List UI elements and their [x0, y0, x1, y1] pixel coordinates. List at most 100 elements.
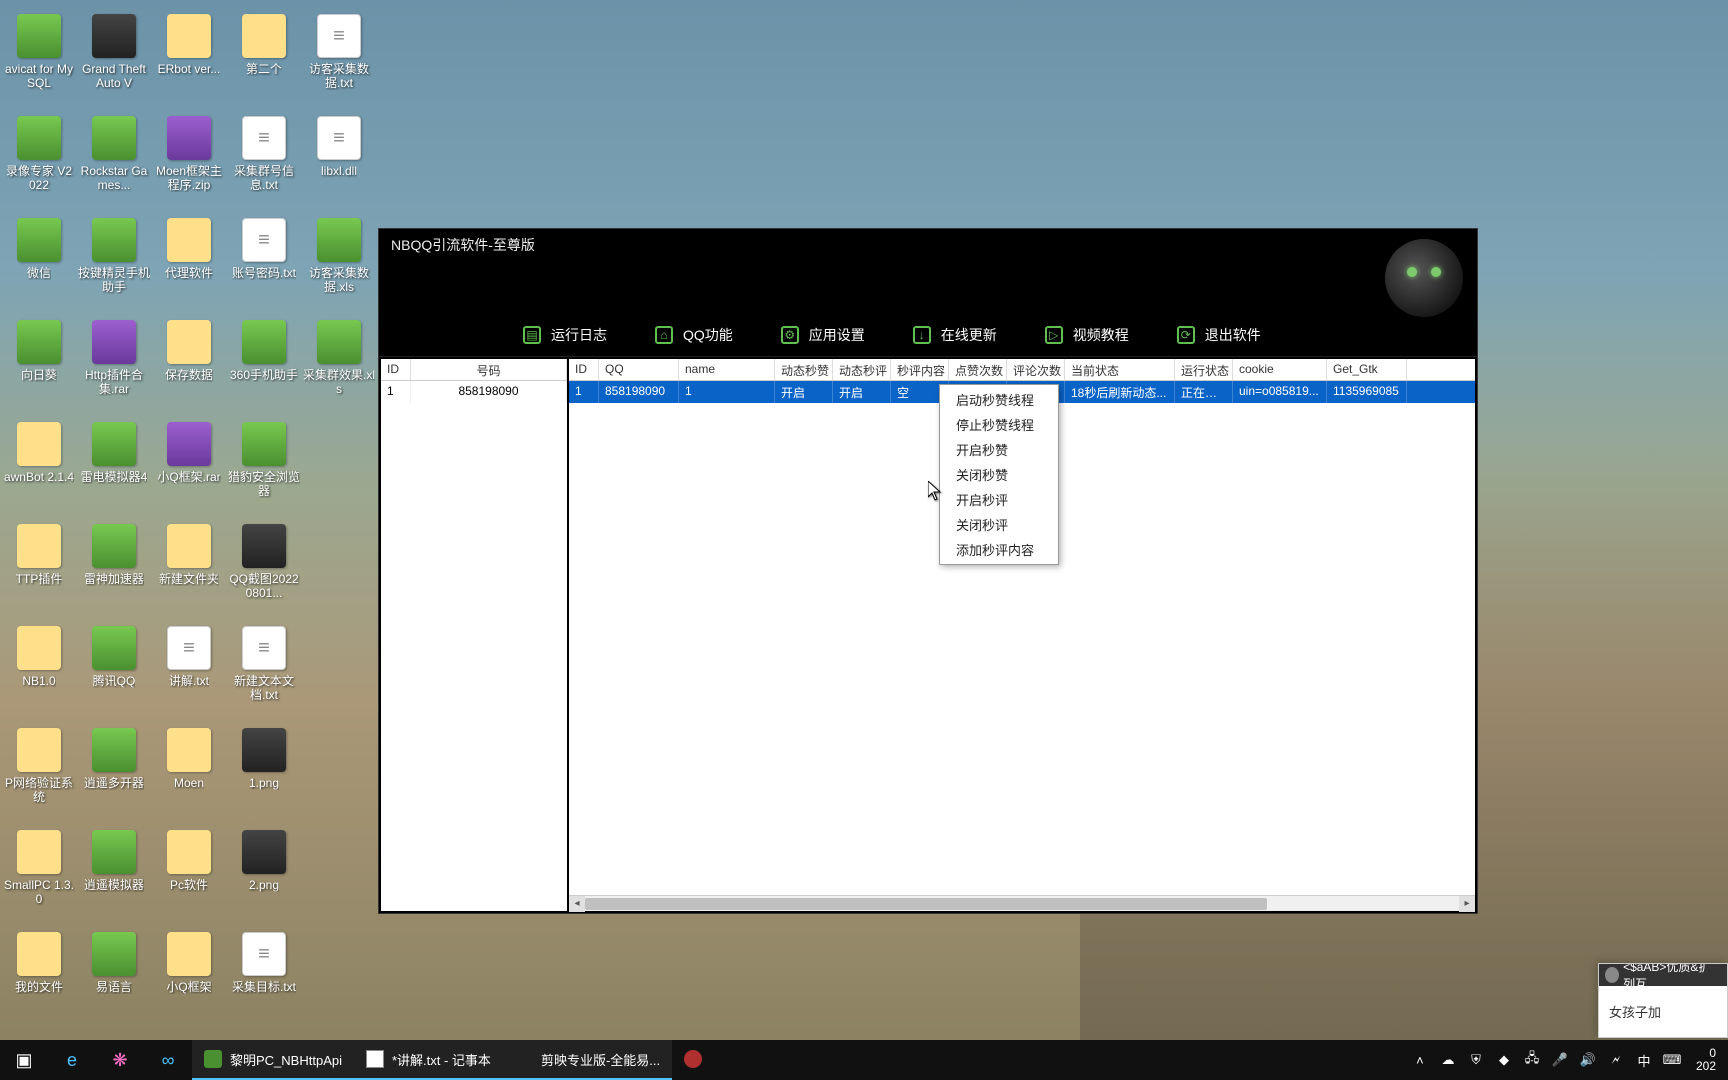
context-menu-item[interactable]: 开启秒评	[940, 487, 1058, 512]
horizontal-scrollbar[interactable]: ◂ ▸	[569, 895, 1475, 911]
col-id[interactable]: ID	[381, 359, 411, 380]
desktop-icon[interactable]: Moen	[152, 722, 226, 824]
desktop-icon[interactable]: 逍遥多开器	[77, 722, 151, 824]
desktop-icon[interactable]: Pc软件	[152, 824, 226, 926]
taskbar-item[interactable]: *讲解.txt - 记事本	[354, 1040, 503, 1080]
toolbar-button[interactable]: ↓在线更新	[889, 313, 1021, 357]
notification-popup[interactable]: <$áÂB>优质&扩列互 女孩子加	[1598, 963, 1728, 1038]
desktop-icon[interactable]: QQ截图20220801...	[227, 518, 301, 620]
desktop-icon[interactable]: libxl.dll	[302, 110, 376, 212]
desktop-icon[interactable]: 第二个	[227, 8, 301, 110]
edge-icon[interactable]: e	[48, 1040, 96, 1080]
app-launcher-icon[interactable]: ❋	[96, 1040, 144, 1080]
column-header[interactable]: 当前状态	[1065, 359, 1175, 380]
taskbar-item[interactable]	[672, 1040, 714, 1080]
table-row[interactable]: 1858198090	[381, 381, 567, 403]
desktop-icon[interactable]: avicat for MySQL	[2, 8, 76, 110]
desktop-icon[interactable]: TTP插件	[2, 518, 76, 620]
window-titlebar[interactable]: NBQQ引流软件-至尊版	[379, 229, 1477, 261]
desktop-icon[interactable]: 保存数据	[152, 314, 226, 416]
toolbar-button[interactable]: ▤运行日志	[499, 313, 631, 357]
desktop-icon[interactable]: awnBot 2.1.4	[2, 416, 76, 518]
column-header[interactable]: 点赞次数	[949, 359, 1007, 380]
tray-chevron-icon[interactable]: ˄	[1408, 1040, 1432, 1080]
desktop-icon[interactable]: 1.png	[227, 722, 301, 824]
desktop-icon[interactable]: Grand Theft Auto V	[77, 8, 151, 110]
desktop-icon[interactable]: 访客采集数据.xls	[302, 212, 376, 314]
desktop-icon[interactable]: 向日葵	[2, 314, 76, 416]
desktop-icon[interactable]: 小Q框架	[152, 926, 226, 1028]
desktop-icon[interactable]: 易语言	[77, 926, 151, 1028]
scroll-right-button[interactable]: ▸	[1459, 896, 1475, 912]
scroll-thumb[interactable]	[585, 898, 1267, 910]
desktop-icon[interactable]: Rockstar Games...	[77, 110, 151, 212]
tray-security-icon[interactable]: ⛨	[1464, 1040, 1488, 1080]
desktop-icon[interactable]: 新建文件夹	[152, 518, 226, 620]
column-header[interactable]: cookie	[1233, 359, 1327, 380]
taskbar-item[interactable]: 剪映专业版-全能易...	[503, 1040, 672, 1080]
desktop-icon[interactable]: 微信	[2, 212, 76, 314]
desktop-icon[interactable]: SmallPC 1.3.0	[2, 824, 76, 926]
desktop-icon[interactable]: 采集群号信息.txt	[227, 110, 301, 212]
desktop-icon[interactable]: 腾讯QQ	[77, 620, 151, 722]
left-grid-body[interactable]: 1858198090	[381, 381, 567, 911]
tray-battery-icon[interactable]: 🗲	[1604, 1040, 1628, 1080]
context-menu-item[interactable]: 关闭秒评	[940, 512, 1058, 537]
tray-app-icon[interactable]: ◆	[1492, 1040, 1516, 1080]
column-header[interactable]: 秒评内容	[891, 359, 949, 380]
desktop-icon[interactable]: 猎豹安全浏览器	[227, 416, 301, 518]
tray-onedrive-icon[interactable]: ☁	[1436, 1040, 1460, 1080]
column-header[interactable]: 运行状态	[1175, 359, 1233, 380]
taskbar-item[interactable]: 黎明PC_NBHttpApi	[192, 1040, 354, 1080]
col-num[interactable]: 号码	[411, 359, 567, 380]
scroll-track[interactable]	[585, 896, 1459, 912]
tray-ime-icon[interactable]: ⌨	[1660, 1040, 1684, 1080]
column-header[interactable]: name	[679, 359, 775, 380]
desktop-icon[interactable]: 录像专家 V2022	[2, 110, 76, 212]
column-header[interactable]: ID	[569, 359, 599, 380]
desktop-icon[interactable]: 雷电模拟器4	[77, 416, 151, 518]
context-menu-item[interactable]: 停止秒赞线程	[940, 412, 1058, 437]
tray-network-icon[interactable]: 🖧	[1520, 1040, 1544, 1080]
column-header[interactable]: 动态秒赞	[775, 359, 833, 380]
desktop-icon[interactable]: 按键精灵手机助手	[77, 212, 151, 314]
desktop-icon[interactable]: 小Q框架.rar	[152, 416, 226, 518]
taskbar-clock[interactable]: 0 202	[1688, 1047, 1724, 1073]
desktop-icon[interactable]: 我的文件	[2, 926, 76, 1028]
app-icon[interactable]: ∞	[144, 1040, 192, 1080]
desktop-icon[interactable]: 逍遥模拟器	[77, 824, 151, 926]
desktop-icon[interactable]: 雷神加速器	[77, 518, 151, 620]
context-menu-item[interactable]: 开启秒赞	[940, 437, 1058, 462]
toolbar-button[interactable]: ⚙应用设置	[757, 313, 889, 357]
desktop-icon[interactable]: 新建文本文档.txt	[227, 620, 301, 722]
desktop-icon[interactable]: Moen框架主程序.zip	[152, 110, 226, 212]
desktop-icon[interactable]: 采集目标.txt	[227, 926, 301, 1028]
context-menu-item[interactable]: 启动秒赞线程	[940, 387, 1058, 412]
column-header[interactable]: 评论次数	[1007, 359, 1065, 380]
scroll-left-button[interactable]: ◂	[569, 896, 585, 912]
desktop-icon[interactable]: 代理软件	[152, 212, 226, 314]
desktop-icon[interactable]: NB1.0	[2, 620, 76, 722]
tray-ime-lang[interactable]: 中	[1632, 1040, 1656, 1080]
file-icon	[242, 830, 286, 874]
desktop-icon[interactable]: 讲解.txt	[152, 620, 226, 722]
tray-volume-icon[interactable]: 🔊	[1576, 1040, 1600, 1080]
tray-mic-icon[interactable]: 🎤	[1548, 1040, 1572, 1080]
toolbar-button[interactable]: ⌂QQ功能	[631, 313, 757, 357]
toolbar-button[interactable]: ▷视频教程	[1021, 313, 1153, 357]
desktop-icon[interactable]: 采集群效果.xls	[302, 314, 376, 416]
desktop-icon[interactable]: P网络验证系统	[2, 722, 76, 824]
column-header[interactable]: QQ	[599, 359, 679, 380]
desktop-icon[interactable]: 360手机助手	[227, 314, 301, 416]
desktop-icon[interactable]: 访客采集数据.txt	[302, 8, 376, 110]
column-header[interactable]: Get_Gtk	[1327, 359, 1407, 380]
desktop-icon[interactable]: Http插件合集.rar	[77, 314, 151, 416]
desktop-icon[interactable]: ERbot ver...	[152, 8, 226, 110]
desktop-icon[interactable]: 2.png	[227, 824, 301, 926]
context-menu-item[interactable]: 添加秒评内容	[940, 537, 1058, 562]
start-button[interactable]: ▣	[0, 1040, 48, 1080]
desktop-icon[interactable]: 账号密码.txt	[227, 212, 301, 314]
context-menu-item[interactable]: 关闭秒赞	[940, 462, 1058, 487]
column-header[interactable]: 动态秒评	[833, 359, 891, 380]
toolbar-button[interactable]: ⟳退出软件	[1153, 313, 1285, 357]
